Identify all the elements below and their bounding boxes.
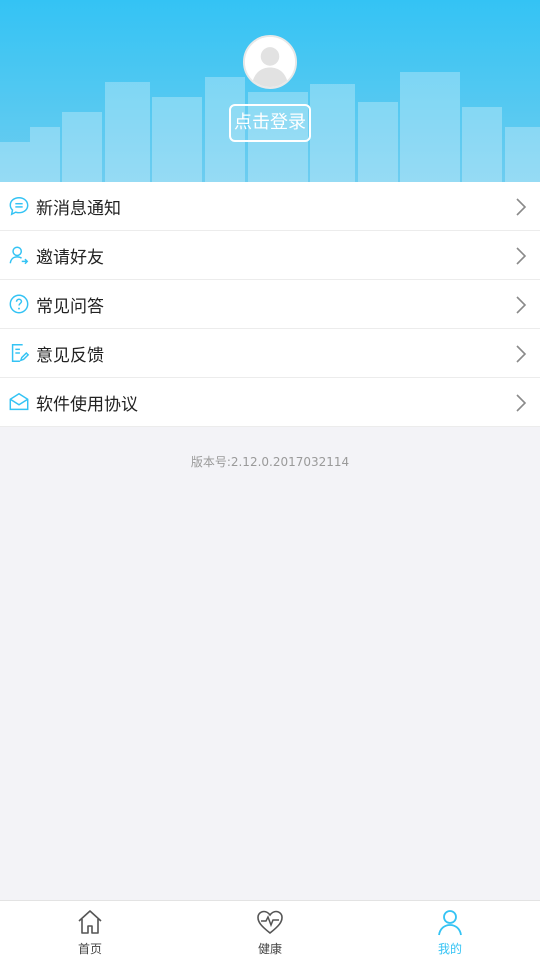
menu-item-faq[interactable]: 常见问答 (0, 280, 540, 329)
menu-item-label: 常见问答 (36, 296, 104, 317)
envelope-icon (8, 391, 30, 413)
menu-item-invite-friends[interactable]: 邀请好友 (0, 231, 540, 280)
default-avatar-icon (245, 37, 295, 87)
tab-health[interactable]: 健康 (180, 901, 360, 960)
tab-label: 我的 (437, 942, 462, 956)
message-bubble-icon (8, 195, 30, 217)
menu-item-user-agreement[interactable]: 软件使用协议 (0, 378, 540, 427)
invite-user-icon (8, 244, 30, 266)
menu-item-label: 新消息通知 (36, 198, 121, 219)
version-label: 版本号:2.12.0.2017032114 (190, 455, 350, 469)
profile-header: 点击登录 (0, 0, 540, 182)
tab-label: 首页 (77, 942, 102, 956)
chevron-right-icon (516, 296, 527, 314)
tab-label: 健康 (257, 942, 282, 956)
avatar[interactable] (243, 35, 297, 89)
user-icon (438, 910, 462, 936)
menu-item-notifications[interactable]: 新消息通知 (0, 182, 540, 231)
bottom-tab-bar: 首页 健康 我的 (0, 900, 540, 960)
chevron-right-icon (516, 345, 527, 363)
chevron-right-icon (516, 394, 527, 412)
settings-menu: 新消息通知 邀请好友 常见问答 意见反馈 软件使用协议 (0, 182, 540, 427)
menu-item-label: 意见反馈 (36, 345, 104, 366)
tab-home[interactable]: 首页 (0, 901, 180, 960)
menu-item-label: 软件使用协议 (36, 394, 138, 415)
tab-mine[interactable]: 我的 (360, 901, 540, 960)
feedback-document-icon (8, 342, 30, 364)
chevron-right-icon (516, 198, 527, 216)
heart-pulse-icon (257, 910, 283, 935)
login-button[interactable]: 点击登录 (229, 104, 311, 142)
menu-item-label: 邀请好友 (36, 247, 104, 268)
chevron-right-icon (516, 247, 527, 265)
profile-screen: 点击登录 新消息通知 邀请好友 常见问答 意见反馈 软件使用协议 版本号:2.1… (0, 0, 540, 960)
home-icon (78, 910, 102, 934)
menu-item-feedback[interactable]: 意见反馈 (0, 329, 540, 378)
question-circle-icon (8, 293, 30, 315)
